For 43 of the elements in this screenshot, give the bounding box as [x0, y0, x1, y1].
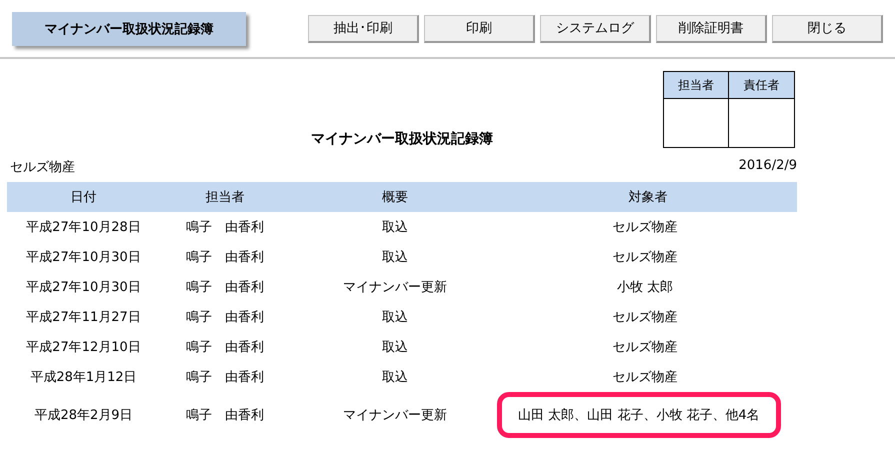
column-header: 対象者: [628, 189, 668, 206]
table-cell-text: セルズ物産: [612, 249, 678, 266]
table-cell-text: 鳴子 由香利: [186, 249, 264, 266]
table-cell-text: 平成27年10月30日: [26, 279, 141, 296]
table-cell-text: 取込: [382, 369, 408, 386]
table-cell-text: 平成27年10月30日: [26, 249, 141, 266]
toolbar-button[interactable]: 抽出･印刷: [308, 14, 419, 42]
table-cell-text: 鳴子 由香利: [186, 219, 264, 236]
highlighted-cell: 山田 太郎、山田 花子、小牧 花子、他4名: [497, 392, 781, 438]
table-cell-text: 鳴子 由香利: [186, 309, 264, 326]
table-cell-text: 平成27年11月27日: [26, 309, 141, 326]
table-cell-text: 鳴子 由香利: [186, 369, 264, 386]
table-cell-text: 鳴子 由香利: [186, 279, 264, 296]
table-cell-text: 鳴子 由香利: [186, 339, 264, 356]
table-cell-text: 取込: [382, 249, 408, 266]
table-cell-text: 取込: [382, 309, 408, 326]
column-header: 日付: [70, 189, 96, 206]
report-date: 2016/2/9: [738, 158, 797, 175]
table-cell-text: 取込: [382, 219, 408, 236]
column-header: 担当者: [206, 189, 244, 206]
table-cell-text: セルズ物産: [612, 219, 678, 236]
toolbar-button[interactable]: 印刷: [424, 14, 535, 42]
table-cell-text: 平成27年10月28日: [26, 219, 141, 236]
table-cell-text: マイナンバー更新: [343, 279, 447, 296]
table-cell-text: 取込: [382, 339, 408, 356]
column-header: 概要: [382, 189, 408, 206]
table-cell-text: 鳴子 由香利: [186, 407, 264, 424]
table-cell-text: セルズ物産: [612, 309, 678, 326]
table-cell-text: 小牧 太郎: [616, 279, 674, 296]
app-title: マイナンバー取扱状況記録簿: [12, 12, 246, 46]
company-name: セルズ物産: [10, 159, 75, 176]
stamp-header: 責任者: [729, 72, 794, 99]
table-cell-text: マイナンバー更新: [343, 407, 447, 424]
toolbar-button[interactable]: 削除証明書: [656, 14, 767, 42]
toolbar-button[interactable]: システムログ: [540, 14, 651, 42]
table-cell-text: 平成28年2月9日: [34, 407, 133, 424]
table-cell-text: 平成28年1月12日: [30, 369, 137, 386]
table-cell-text: 平成27年12月10日: [26, 339, 141, 356]
report-title: マイナンバー取扱状況記録簿: [311, 131, 493, 147]
table-cell-text: セルズ物産: [612, 339, 678, 356]
table-cell-text: セルズ物産: [612, 369, 678, 386]
toolbar-button[interactable]: 閉じる: [772, 14, 883, 42]
stamp-header: 担当者: [664, 72, 729, 99]
